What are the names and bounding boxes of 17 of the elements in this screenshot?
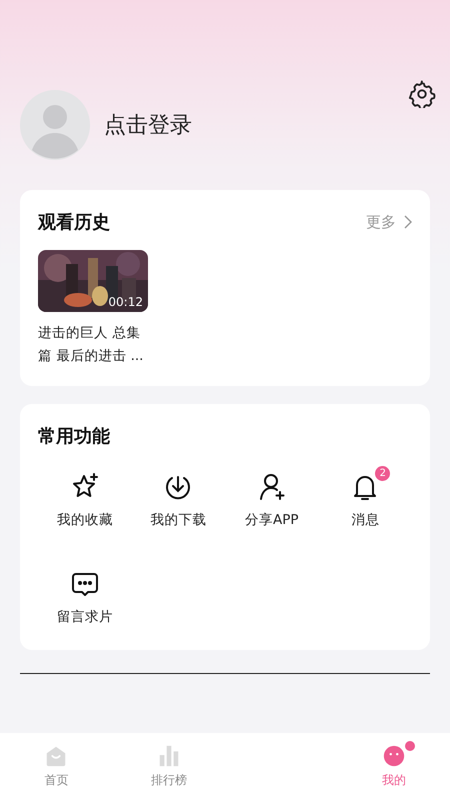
notification-dot	[405, 741, 415, 751]
function-label[interactable]: 留言求片	[56, 608, 113, 626]
video-title[interactable]: 进击的巨人 总集篇 最后的进击 ...	[38, 322, 150, 368]
tab[interactable]: 首页	[0, 735, 112, 797]
function-label[interactable]: 分享APP	[244, 511, 299, 529]
function-label[interactable]: 消息	[351, 511, 380, 529]
section-title: 观看历史	[38, 211, 110, 234]
tab[interactable]: 排行榜	[112, 735, 225, 797]
section-title: 常用功能	[38, 425, 110, 448]
function-label[interactable]: 我的下载	[150, 511, 206, 529]
profile-icon	[382, 744, 406, 768]
count-badge: 2	[375, 466, 390, 481]
settings-icon[interactable]	[408, 80, 436, 108]
function-label[interactable]: 我的收藏	[56, 511, 113, 529]
chevron-right-icon	[404, 215, 412, 229]
login-link[interactable]: 点击登录	[104, 110, 192, 140]
video-duration: 00:12	[108, 295, 143, 309]
